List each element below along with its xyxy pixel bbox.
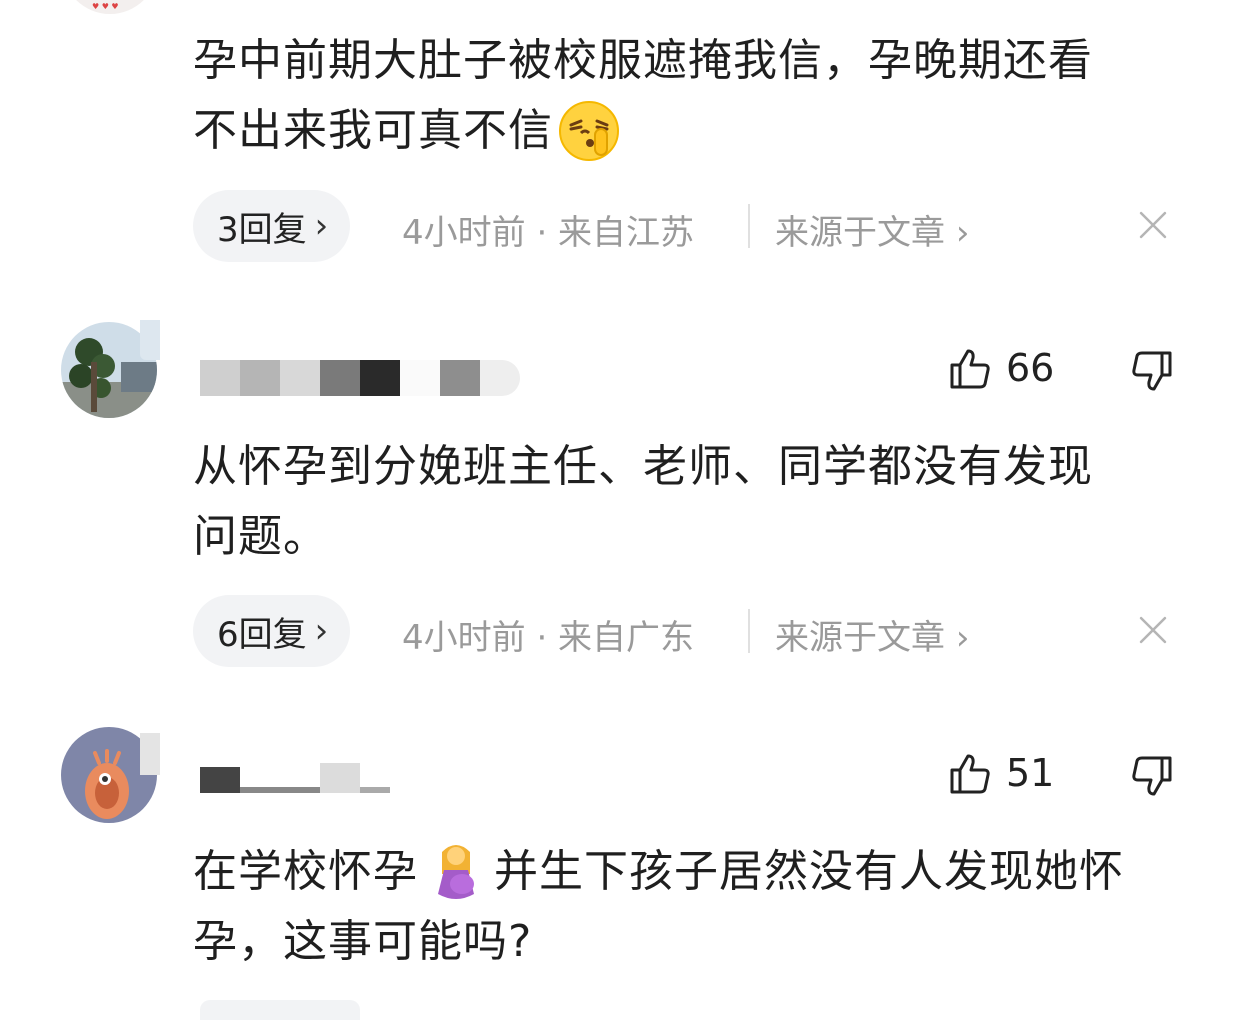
comment-1-replies-button[interactable]: 3回复 › [193, 190, 351, 262]
comment-2-line-2: 问题。 [193, 511, 328, 562]
comment-1-time-location: 4小时前 · 来自江苏 [402, 213, 695, 253]
comment-2-line-1: 从怀孕到分娩班主任、老师、同学都没有发现 [193, 441, 1093, 492]
chevron-right-icon: › [955, 618, 970, 658]
corner-tab [140, 733, 160, 775]
comment-2-replies-label: 6回复 [217, 614, 307, 655]
comment-3-like-count: 51 [1006, 751, 1055, 795]
avatar-partial[interactable]: ♥ ♥ ♥ [62, 0, 158, 14]
pregnant-woman-emoji [438, 845, 474, 899]
comment-2-time-location: 4小时前 · 来自广东 [402, 618, 695, 658]
comment-1-divider [748, 204, 750, 248]
avatar-decoration: ♥ ♥ ♥ [92, 2, 119, 11]
comment-1-source-label: 来源于文章 [775, 213, 945, 253]
comment-1-source-link[interactable]: 来源于文章 › [775, 205, 969, 254]
comment-2-username[interactable]: ████████ [200, 360, 520, 396]
thumbs-up-icon [950, 349, 990, 389]
comment-1-line-1: 孕中前期大肚子被校服遮掩我信，孕晚期还看 [193, 35, 1093, 86]
comment-1-line-2: 不出来我可真不信 [193, 96, 1203, 166]
comment-3-line-2: 孕，这事可能吗? [193, 916, 533, 967]
chevron-right-icon: › [955, 213, 970, 253]
thumbs-down-icon[interactable] [1128, 754, 1174, 800]
thumbs-up-icon [950, 754, 990, 794]
comment-3-line-1: 在学校怀孕 并生下孩子居然没有人发现她怀 [193, 837, 1193, 907]
comment-1-text: 孕中前期大肚子被校服遮掩我信，孕晚期还看 不出来我可真不信 [193, 26, 1203, 166]
comment-3-line-1-a: 在学校怀孕 [193, 846, 418, 897]
chevron-right-icon: › [314, 206, 329, 246]
comment-1-replies-label: 3回复 [217, 209, 307, 250]
comment-1-line-2-text: 不出来我可真不信 [193, 105, 553, 156]
comment-3-replies-button-partial[interactable] [200, 1000, 360, 1020]
comment-3-text: 在学校怀孕 并生下孩子居然没有人发现她怀 孕，这事可能吗? [193, 837, 1193, 977]
comment-3-line-1-b: 并生下孩子居然没有人发现她怀 [494, 846, 1124, 897]
close-icon[interactable] [1136, 613, 1170, 647]
comment-2-text: 从怀孕到分娩班主任、老师、同学都没有发现 问题。 [193, 432, 1203, 572]
comment-2-replies-button[interactable]: 6回复 › [193, 595, 351, 667]
thumbs-down-icon[interactable] [1128, 349, 1174, 395]
comment-2-like-button[interactable]: 66 [948, 345, 1054, 391]
comment-3-username[interactable]: ██████ [200, 760, 390, 796]
close-icon[interactable] [1136, 208, 1170, 242]
comment-2-like-count: 66 [1006, 346, 1055, 390]
corner-tab [140, 320, 160, 360]
comment-2-source-label: 来源于文章 [775, 618, 945, 658]
shushing-face-emoji [559, 101, 619, 161]
comment-2-divider [748, 609, 750, 653]
chevron-right-icon: › [314, 611, 329, 651]
comment-2-source-link[interactable]: 来源于文章 › [775, 610, 969, 659]
comment-3-like-button[interactable]: 51 [948, 750, 1054, 796]
